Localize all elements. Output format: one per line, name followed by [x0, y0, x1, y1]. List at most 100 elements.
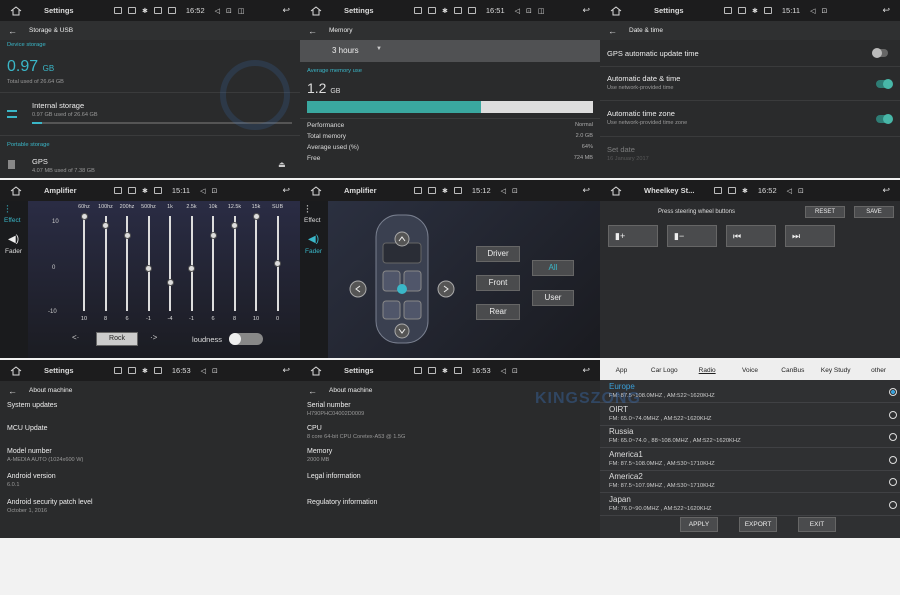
back-icon[interactable]: ↩ — [882, 185, 890, 196]
prev-preset-arrow[interactable]: <· — [72, 333, 79, 342]
auto-date-row[interactable]: Automatic date & time Use network-provide… — [600, 67, 900, 101]
back-icon[interactable]: ↩ — [282, 185, 290, 196]
eq-slider-knob[interactable] — [274, 260, 281, 267]
about-item[interactable]: CPU 8 core 64-bit CPU Coretex-A53 @ 1.5G — [307, 425, 600, 440]
eq-slider-knob[interactable] — [252, 212, 260, 220]
internal-storage-item[interactable]: Internal storage 0.97 GB used of 26.64 GB — [32, 101, 98, 118]
region-item[interactable]: Europe FM: 87.5~108.0MHZ , AM:522~1620KHZ — [600, 381, 900, 403]
auto-zone-toggle[interactable] — [876, 114, 893, 124]
region-radio[interactable] — [889, 410, 897, 419]
back-icon[interactable]: ↩ — [582, 5, 590, 16]
back-arrow-icon[interactable]: ← — [308, 26, 317, 36]
tab-radio[interactable]: Radio — [686, 367, 729, 374]
eq-slider-track[interactable] — [104, 216, 107, 311]
eq-slider-knob[interactable] — [231, 222, 238, 229]
back-icon[interactable]: ↩ — [582, 185, 590, 196]
home-icon[interactable] — [10, 185, 22, 196]
eq-slider-knob[interactable] — [145, 264, 152, 272]
back-arrow-icon[interactable]: ← — [8, 386, 17, 396]
about-item[interactable]: Regulatory information — [307, 499, 600, 506]
reset-button[interactable]: RESET — [805, 206, 845, 218]
back-icon[interactable]: ↩ — [282, 5, 290, 16]
region-item[interactable]: OIRT FM: 65.0~74.0MHZ , AM:522~1620KHZ — [600, 404, 900, 426]
eq-slider-track[interactable] — [147, 216, 150, 311]
back-arrow-icon[interactable]: ← — [8, 26, 17, 36]
about-item[interactable]: MCU Update — [7, 425, 300, 432]
eq-slider-track[interactable] — [233, 216, 236, 311]
eq-slider-track[interactable] — [190, 216, 193, 311]
about-item[interactable]: System updates — [7, 402, 300, 409]
region-item[interactable]: Japan FM: 76.0~90.0MHZ , AM:522~1620KHZ — [600, 494, 900, 516]
region-item[interactable]: Russia FM: 65.0~74.0 , 88~108.0MHZ , AM:5… — [600, 426, 900, 448]
preset-button[interactable]: Rock — [96, 332, 138, 346]
volume-up-key[interactable]: ▮+ — [608, 225, 658, 247]
auto-date-toggle[interactable] — [876, 79, 893, 89]
eq-slider-knob[interactable] — [102, 222, 109, 229]
front-button[interactable]: Front — [476, 275, 520, 291]
about-item[interactable]: Legal information — [307, 473, 600, 480]
tab-key-study[interactable]: Key Study — [814, 367, 857, 374]
home-icon[interactable] — [10, 365, 22, 376]
rear-button[interactable]: Rear — [476, 304, 520, 320]
eq-slider-knob[interactable] — [166, 279, 174, 286]
region-item[interactable]: America2 FM: 87.5~107.9MHZ , AM:530~1710K… — [600, 471, 900, 493]
eq-slider-track[interactable] — [126, 216, 128, 311]
eq-slider-knob[interactable] — [80, 212, 88, 220]
about-item[interactable]: Memory 2000 MB — [307, 448, 600, 463]
back-arrow-icon[interactable]: ← — [308, 386, 317, 396]
tab-other[interactable]: other — [857, 367, 900, 374]
all-button[interactable]: All — [532, 260, 574, 276]
back-arrow-icon[interactable]: ← — [608, 26, 617, 36]
home-icon[interactable] — [310, 185, 322, 196]
eq-slider-knob[interactable] — [188, 264, 195, 272]
eq-slider-knob[interactable] — [209, 231, 217, 239]
gps-update-toggle[interactable] — [872, 48, 888, 58]
region-item[interactable]: America1 FM: 87.5~108.0MHZ , AM:530~1710K… — [600, 449, 900, 471]
tab-app[interactable]: App — [600, 367, 643, 374]
region-radio[interactable] — [889, 500, 897, 509]
gps-storage-item[interactable]: GPS 4.07 MB used of 7.38 GB — [32, 157, 95, 174]
tab-canbus[interactable]: CanBus — [771, 367, 814, 374]
fader-tab[interactable]: Fader — [5, 248, 22, 255]
effect-tab[interactable]: Effect — [304, 217, 321, 224]
previous-key[interactable]: ⏮ — [726, 225, 776, 247]
home-icon[interactable] — [10, 5, 22, 16]
driver-button[interactable]: Driver — [476, 246, 520, 262]
region-radio[interactable] — [889, 388, 897, 396]
back-icon[interactable]: ↩ — [882, 5, 890, 16]
eq-slider-track[interactable] — [83, 216, 85, 311]
home-icon[interactable] — [610, 5, 622, 16]
back-icon[interactable]: ↩ — [282, 365, 290, 376]
back-icon[interactable]: ↩ — [582, 365, 590, 376]
tab-voice[interactable]: Voice — [729, 367, 772, 374]
region-radio[interactable] — [889, 478, 897, 486]
about-item[interactable]: Model number A-MEDIA AUTO (1024x600 W) — [7, 448, 300, 463]
exit-button[interactable]: EXIT — [798, 517, 836, 532]
period-dropdown[interactable]: 3 hours ▼ — [300, 40, 600, 62]
region-radio[interactable] — [889, 433, 897, 441]
eq-slider-track[interactable] — [255, 216, 257, 311]
eq-slider-knob[interactable] — [123, 231, 131, 239]
next-key[interactable]: ⏭ — [785, 225, 835, 247]
user-button[interactable]: User — [532, 290, 574, 306]
loudness-toggle[interactable] — [229, 333, 263, 345]
eq-slider-track[interactable] — [212, 216, 214, 311]
gps-update-row[interactable]: GPS automatic update time — [600, 40, 900, 67]
home-icon[interactable] — [610, 185, 622, 196]
fader-tab[interactable]: Fader — [305, 248, 322, 255]
next-preset-arrow[interactable]: ·> — [150, 333, 157, 342]
tab-car-logo[interactable]: Car Logo — [643, 367, 686, 374]
auto-zone-row[interactable]: Automatic time zone Use network-provided … — [600, 101, 900, 137]
about-item[interactable]: Android security patch level October 1, 2… — [7, 499, 300, 514]
home-icon[interactable] — [310, 5, 322, 16]
eq-slider-track[interactable] — [169, 216, 171, 311]
region-radio[interactable] — [889, 455, 897, 464]
effect-tab[interactable]: Effect — [4, 217, 21, 224]
save-button[interactable]: SAVE — [854, 206, 894, 218]
eject-icon[interactable]: ⏏ — [278, 160, 286, 169]
home-icon[interactable] — [310, 365, 322, 376]
about-item[interactable]: Android version 6.0.1 — [7, 473, 300, 488]
export-button[interactable]: EXPORT — [739, 517, 777, 532]
apply-button[interactable]: APPLY — [680, 517, 718, 532]
volume-down-key[interactable]: ▮− — [667, 225, 717, 247]
